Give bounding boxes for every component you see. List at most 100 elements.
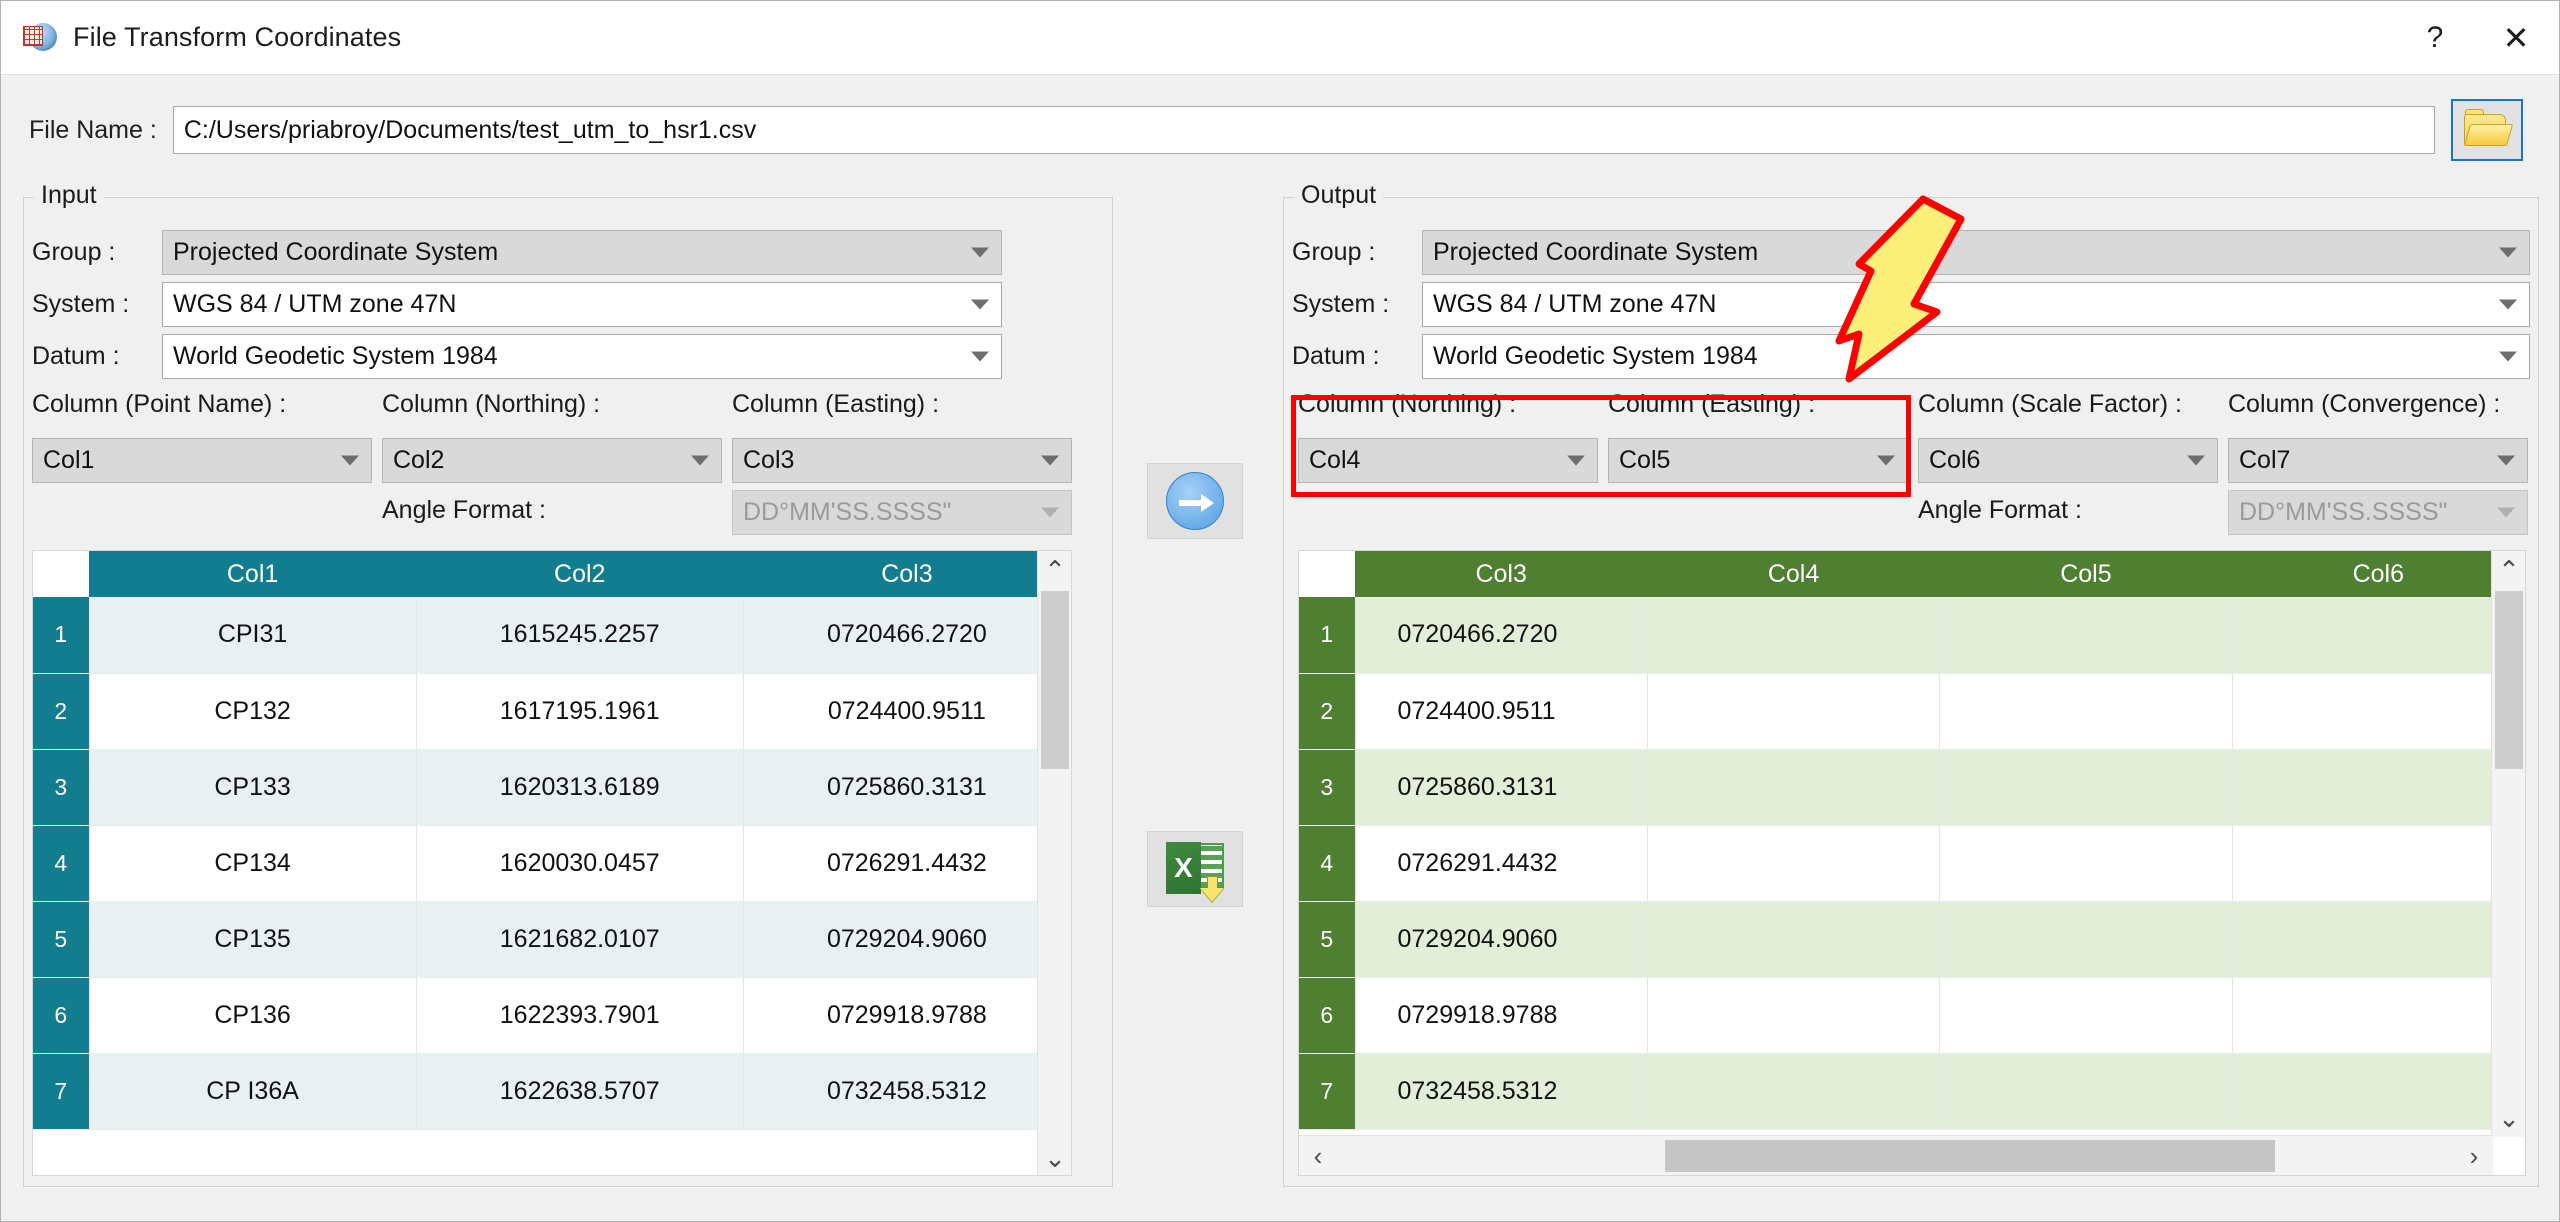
scroll-up-icon[interactable]: ⌃ <box>1038 551 1071 589</box>
input-col-easting-select[interactable]: Col3 <box>732 438 1072 483</box>
input-cell[interactable]: 1615245.2257 <box>416 597 744 674</box>
output-cell[interactable] <box>1939 901 2233 978</box>
table-row[interactable]: 1 CPI31 1615245.2257 0720466.2720 <box>33 597 1071 674</box>
input-cell[interactable]: 0732458.5312 <box>743 1053 1071 1130</box>
output-table-header-col4[interactable]: Col4 <box>1647 551 1940 597</box>
output-cell[interactable]: 0732458.5312 <box>1355 1053 1648 1130</box>
input-cell[interactable]: CP I36A <box>89 1053 417 1130</box>
output-cell[interactable] <box>1647 673 1941 750</box>
output-cell[interactable]: 0729204.9060 <box>1355 901 1648 978</box>
file-name-input[interactable]: C:/Users/priabroy/Documents/test_utm_to_… <box>172 106 2435 154</box>
input-group-select[interactable]: Projected Coordinate System <box>162 230 1002 275</box>
table-row[interactable]: 7 CP I36A 1622638.5707 0732458.5312 <box>33 1053 1071 1130</box>
table-row[interactable]: 5 0729204.9060 <box>1299 901 2525 978</box>
input-cell[interactable]: 1617195.1961 <box>416 673 744 750</box>
input-cell[interactable]: 0729204.9060 <box>743 901 1071 978</box>
output-table-header-col5[interactable]: Col5 <box>1939 551 2233 597</box>
output-table-horizontal-scrollbar[interactable]: ‹ › <box>1299 1135 2493 1175</box>
transform-button[interactable] <box>1147 463 1243 539</box>
table-row[interactable]: 4 0726291.4432 <box>1299 825 2525 902</box>
output-cell[interactable] <box>1647 901 1941 978</box>
scroll-down-icon[interactable]: ⌄ <box>2492 1099 2525 1137</box>
output-datum-select[interactable]: World Geodetic System 1984 <box>1422 334 2530 379</box>
output-cell[interactable] <box>1939 977 2233 1054</box>
output-cell[interactable] <box>1939 597 2233 674</box>
input-cell[interactable]: CP133 <box>89 749 417 826</box>
input-cell[interactable]: CP136 <box>89 977 417 1054</box>
input-cell[interactable]: 1620313.6189 <box>416 749 744 826</box>
output-cell[interactable]: 0724400.9511 <box>1355 673 1648 750</box>
input-table-header-col3[interactable]: Col3 <box>743 551 1071 597</box>
input-cell[interactable]: 0726291.4432 <box>743 825 1071 902</box>
scroll-left-icon[interactable]: ‹ <box>1299 1136 1337 1175</box>
input-col-pointname-select[interactable]: Col1 <box>32 438 372 483</box>
table-row[interactable]: 5 CP135 1621682.0107 0729204.9060 <box>33 901 1071 978</box>
export-to-excel-button[interactable]: X <box>1147 831 1243 907</box>
scroll-up-icon[interactable]: ⌃ <box>2492 551 2525 589</box>
output-cell[interactable] <box>1939 749 2233 826</box>
input-table-header-col1[interactable]: Col1 <box>89 551 417 597</box>
output-table-vertical-scrollbar[interactable]: ⌃ ⌄ <box>2491 551 2525 1137</box>
scroll-thumb[interactable] <box>1041 591 1069 769</box>
input-cell[interactable]: 0724400.9511 <box>743 673 1071 750</box>
input-cell[interactable]: 0729918.9788 <box>743 977 1071 1054</box>
input-table-header-col2[interactable]: Col2 <box>416 551 744 597</box>
output-cell[interactable] <box>1647 1053 1941 1130</box>
output-group-select[interactable]: Projected Coordinate System <box>1422 230 2530 275</box>
output-table-header-col3[interactable]: Col3 <box>1355 551 1648 597</box>
input-cell[interactable]: 0720466.2720 <box>743 597 1071 674</box>
input-cell[interactable]: 1621682.0107 <box>416 901 744 978</box>
table-row[interactable]: 2 CP132 1617195.1961 0724400.9511 <box>33 673 1071 750</box>
output-cell[interactable] <box>1647 749 1941 826</box>
output-system-select[interactable]: WGS 84 / UTM zone 47N <box>1422 282 2530 327</box>
table-row[interactable]: 1 0720466.2720 <box>1299 597 2525 674</box>
table-row[interactable]: 3 0725860.3131 <box>1299 749 2525 826</box>
help-button[interactable]: ? <box>2397 1 2473 75</box>
output-col-easting-select[interactable]: Col5 <box>1608 438 1908 483</box>
output-table-header-col6[interactable]: Col6 <box>2232 551 2525 597</box>
output-cell[interactable]: 0729918.9788 <box>1355 977 1648 1054</box>
browse-file-button[interactable] <box>2450 99 2523 161</box>
output-cell[interactable] <box>1939 1053 2233 1130</box>
output-cell[interactable]: 0726291.4432 <box>1355 825 1648 902</box>
table-row[interactable]: 2 0724400.9511 <box>1299 673 2525 750</box>
input-cell[interactable]: CP134 <box>89 825 417 902</box>
input-datum-select[interactable]: World Geodetic System 1984 <box>162 334 1002 379</box>
input-cell[interactable]: CP135 <box>89 901 417 978</box>
input-table-vertical-scrollbar[interactable]: ⌃ ⌄ <box>1037 551 1071 1175</box>
output-cell[interactable] <box>2232 673 2525 750</box>
input-system-select[interactable]: WGS 84 / UTM zone 47N <box>162 282 1002 327</box>
table-row[interactable]: 4 CP134 1620030.0457 0726291.4432 <box>33 825 1071 902</box>
output-cell[interactable] <box>1647 977 1941 1054</box>
output-col-convergence-select[interactable]: Col7 <box>2228 438 2528 483</box>
output-cell[interactable] <box>2232 825 2525 902</box>
output-col-northing-select[interactable]: Col4 <box>1298 438 1598 483</box>
scroll-thumb[interactable] <box>2495 591 2523 769</box>
table-row[interactable]: 3 CP133 1620313.6189 0725860.3131 <box>33 749 1071 826</box>
output-cell[interactable] <box>1647 825 1941 902</box>
scroll-right-icon[interactable]: › <box>2455 1136 2493 1175</box>
input-cell[interactable]: CPI31 <box>89 597 417 674</box>
input-col-northing-select[interactable]: Col2 <box>382 438 722 483</box>
table-row[interactable]: 7 0732458.5312 <box>1299 1053 2525 1130</box>
input-cell[interactable]: 0725860.3131 <box>743 749 1071 826</box>
output-cell[interactable] <box>2232 977 2525 1054</box>
table-row[interactable]: 6 CP136 1622393.7901 0729918.9788 <box>33 977 1071 1054</box>
output-cell[interactable] <box>2232 597 2525 674</box>
input-cell[interactable]: 1622393.7901 <box>416 977 744 1054</box>
output-cell[interactable] <box>1939 673 2233 750</box>
output-cell[interactable] <box>2232 749 2525 826</box>
close-button[interactable]: ✕ <box>2473 1 2559 75</box>
output-cell[interactable]: 0720466.2720 <box>1355 597 1648 674</box>
input-cell[interactable]: 1620030.0457 <box>416 825 744 902</box>
output-cell[interactable] <box>2232 901 2525 978</box>
table-row[interactable]: 6 0729918.9788 <box>1299 977 2525 1054</box>
output-col-scale-select[interactable]: Col6 <box>1918 438 2218 483</box>
input-cell[interactable]: 1622638.5707 <box>416 1053 744 1130</box>
scroll-thumb[interactable] <box>1665 1140 2275 1172</box>
scroll-down-icon[interactable]: ⌄ <box>1038 1139 1071 1175</box>
input-cell[interactable]: CP132 <box>89 673 417 750</box>
output-cell[interactable]: 0725860.3131 <box>1355 749 1648 826</box>
output-cell[interactable] <box>1647 597 1941 674</box>
output-cell[interactable] <box>2232 1053 2525 1130</box>
